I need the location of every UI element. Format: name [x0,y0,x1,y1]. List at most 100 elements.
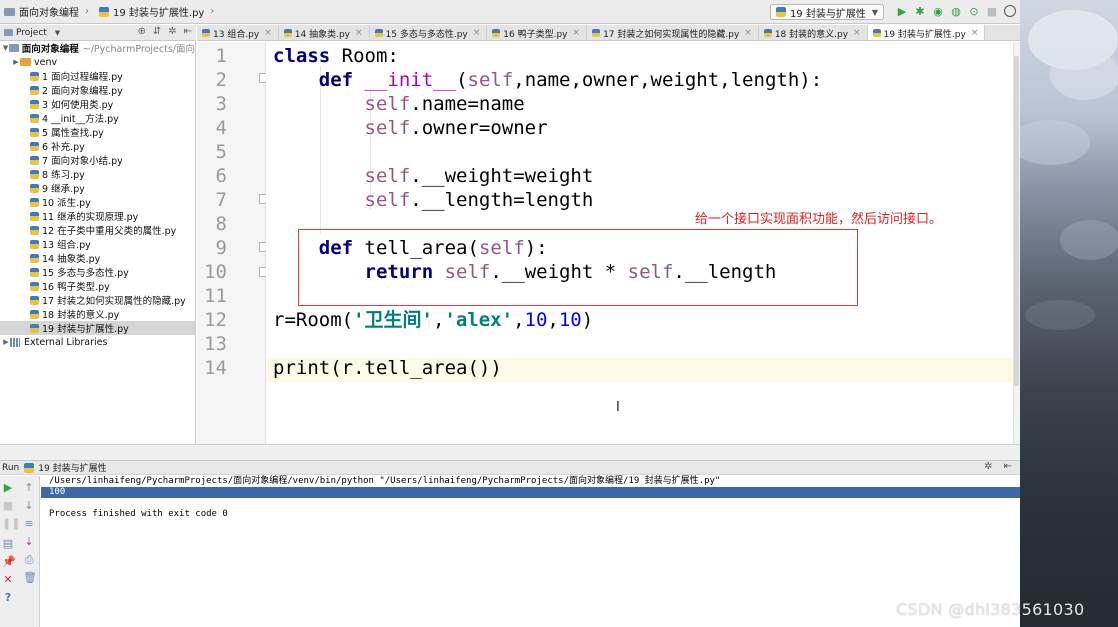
close-tab-icon[interactable]: × [264,28,272,38]
run-panel-title[interactable]: Run [2,463,19,473]
tree-file-item[interactable]: 10 派生.py [0,195,195,209]
tree-file-item[interactable]: 9 继承.py [0,181,195,195]
concurrency-icon[interactable]: ⊙ [968,6,980,18]
close-tab-icon[interactable]: × [853,28,861,38]
pin-tab-icon[interactable]: 📌 [2,556,16,568]
line-number: 6 [215,165,227,187]
close-tab-icon[interactable]: × [573,28,581,38]
tree-file-item[interactable]: 12 在子类中重用父类的属性.py [0,223,195,237]
breadcrumb-file[interactable]: 19 封装与扩展性.py › [95,0,220,24]
project-panel-title[interactable]: Project [16,28,47,38]
run-panel-header: Run 19 封装与扩展性 ✲ ⇤ [0,460,1020,475]
help-icon[interactable]: ? [2,592,14,604]
code-line-6: self.__weight=weight [364,165,594,187]
editor-tab[interactable]: 18 封装的意义.py × [759,25,868,40]
line-number-gutter: 1 2 3 4 5 6 7 8 9 10 11 12 13 14 [197,42,268,444]
close-tab-icon[interactable]: × [355,28,363,38]
tree-file-item[interactable]: 4 __init__方法.py [0,111,195,125]
search-icon[interactable] [1004,5,1016,17]
run-panel-config[interactable]: 19 封装与扩展性 [38,461,106,474]
collapse-arrow-icon[interactable]: ▶ [12,58,20,66]
stop-icon[interactable]: ■ [986,6,998,18]
tree-file-item[interactable]: 3 如何使用类.py [0,97,195,111]
editor-tab[interactable]: 19 封装与扩展性.py × [867,25,986,40]
clear-all-icon[interactable]: 🗑 [23,572,37,584]
close-tab-icon[interactable]: × [473,28,481,38]
expand-arrow-icon[interactable]: ▼ [2,44,9,52]
tree-file-item[interactable]: 16 鸭子类型.py [0,279,195,293]
python-file-icon [763,29,772,37]
tree-file-item[interactable]: 7 面向对象小结.py [0,153,195,167]
tree-file-item[interactable]: 6 补充.py [0,139,195,153]
tree-file-item[interactable]: 5 属性查找.py [0,125,195,139]
tree-file-label: 5 属性查找.py [42,128,104,139]
settings-gear-icon[interactable]: ✲ [168,26,176,37]
run-console[interactable]: /Users/linhaifeng/PycharmProjects/面向对象编程… [41,476,1020,627]
tree-file-item[interactable]: 15 多态与多态性.py [0,265,195,279]
dropdown-arrow-icon[interactable]: ▼ [55,29,60,37]
tree-file-item[interactable]: 17 封装之如何实现属性的隐藏.py [0,293,195,307]
editor-tab[interactable]: 15 多态与多态性.py × [370,25,488,40]
profile-icon[interactable]: ◍ [950,6,962,18]
tree-file-item[interactable]: 11 继承的实现原理.py [0,209,195,223]
close-tab-icon[interactable]: × [744,28,752,38]
tree-file-item[interactable]: 8 练习.py [0,167,195,181]
python-file-icon [30,169,39,179]
python-file-icon [202,29,210,37]
pause-icon[interactable]: ❚❚ [2,518,20,530]
python-file-icon [30,113,39,123]
debug-icon[interactable]: ✱ [914,6,926,18]
run-coverage-icon[interactable]: ◉ [932,6,944,18]
line-number: 11 [204,285,227,307]
collapse-arrow-icon[interactable]: ▶ [2,338,10,346]
tree-file-label: 17 封装之如何实现属性的隐藏.py [42,296,186,307]
editor-tab[interactable]: 14 抽象类.py × [279,25,370,40]
soft-wrap-icon[interactable]: ≡ [23,518,35,530]
tree-file-item[interactable]: 18 封装的意义.py [0,307,195,321]
close-tab-icon[interactable]: × [971,28,979,38]
collapse-all-icon[interactable]: ⇵ [153,26,161,37]
scroll-to-end-icon[interactable]: ⇣ [23,536,35,548]
scroll-up-icon[interactable]: ↑ [23,482,35,494]
tree-file-item[interactable]: 14 抽象类.py [0,251,195,265]
tree-file-item[interactable]: 1 面向过程编程.py [0,69,195,83]
tree-root[interactable]: ▼ 面向对象编程 ~/PycharmProjects/面向 [0,41,195,55]
tree-folder-venv[interactable]: ▶ venv [0,55,195,69]
scroll-from-source-icon[interactable]: ⊕ [137,26,145,37]
breadcrumb-project[interactable]: 面向对象编程 › [0,0,95,24]
print-icon[interactable]: ⎙ [23,554,35,566]
scroll-down-icon[interactable]: ↓ [23,500,35,512]
tree-external-libraries[interactable]: ▶ External Libraries [0,335,195,349]
code-line-7: self.__length=length [364,189,594,211]
python-file-icon [99,6,109,17]
stop-icon[interactable]: ■ [2,500,14,512]
tree-file-label: 2 面向对象编程.py [42,86,123,97]
editor-scrollbar-thumb[interactable] [1014,56,1019,386]
tree-file-item[interactable]: 2 面向对象编程.py [0,83,195,97]
tree-file-label: 13 组合.py [42,240,91,251]
tree-file-item[interactable]: 13 组合.py [0,237,195,251]
hide-panel-icon[interactable]: ⇤ [184,26,192,37]
editor-tab-label: 15 多态与多态性.py [385,29,468,40]
editor-bottom-strip [0,444,1020,460]
run-configuration-select[interactable]: 19 封装与扩展性 ▼ [769,4,884,20]
tree-file-label: 8 练习.py [42,170,85,181]
python-file-icon [283,29,292,37]
editor-tab[interactable]: 17 封装之如何实现属性的隐藏.py × [587,25,759,40]
tree-file-item[interactable]: 19 封装与扩展性.py [0,321,195,335]
editor-tab[interactable]: 13 组合.py × [197,25,279,40]
editor-tab[interactable]: 16 鸭子类型.py × [487,25,588,40]
code-editor[interactable]: class Room: def __init__(self,name,owner… [266,42,1018,444]
restore-layout-icon[interactable]: ▤ [2,538,14,550]
editor-tab-label: 19 封装与扩展性.py [883,29,966,40]
run-panel-settings-icon[interactable]: ✲ ⇤ [984,461,1016,472]
python-file-icon [30,183,39,193]
python-file-icon [30,309,39,319]
rerun-icon[interactable]: ▶ [2,482,14,494]
cloud-shape [1050,50,1118,100]
close-icon[interactable]: ✕ [2,574,14,586]
run-icon[interactable]: ▶ [896,6,908,18]
project-icon [4,29,13,36]
python-file-icon [775,7,786,17]
